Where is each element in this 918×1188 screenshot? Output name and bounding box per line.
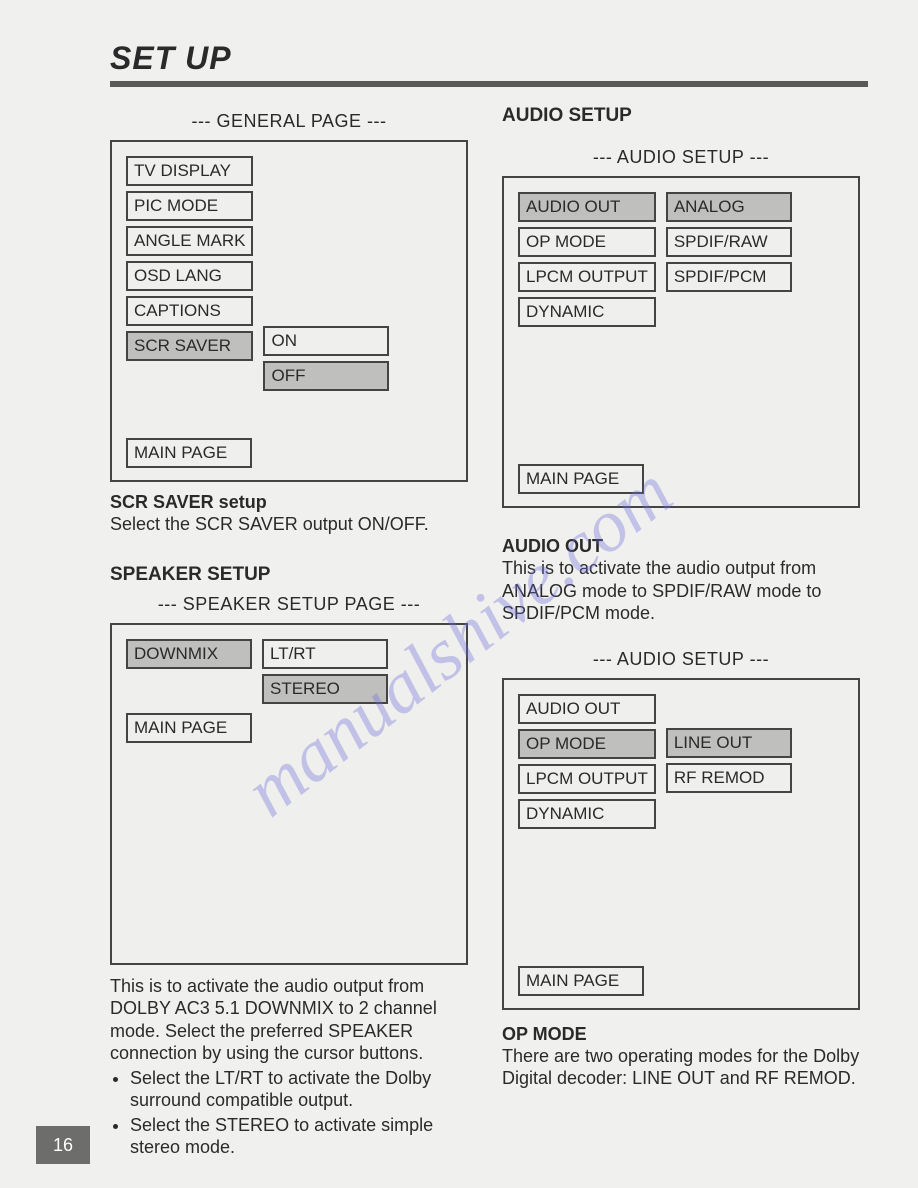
scr-saver-text: Select the SCR SAVER output ON/OFF. [110,513,468,536]
general-options: ON OFF [263,326,389,391]
menu-item-dynamic[interactable]: DYNAMIC [518,297,656,327]
speaker-bullet-1: Select the LT/RT to activate the Dolby s… [130,1067,468,1112]
menu-item-osd-lang[interactable]: OSD LANG [126,261,253,291]
general-panel: TV DISPLAY PIC MODE ANGLE MARK OSD LANG … [110,140,468,482]
audio2-panel: AUDIO OUT OP MODE LPCM OUTPUT DYNAMIC LI… [502,678,860,1010]
option-stereo[interactable]: STEREO [262,674,388,704]
audio-out-text: This is to activate the audio output fro… [502,557,860,625]
option-spdif-raw[interactable]: SPDIF/RAW [666,227,792,257]
audio1-panel-label: --- AUDIO SETUP --- [502,147,860,168]
speaker-bullet-2: Select the STEREO to activate simple ste… [130,1114,468,1159]
menu-item-downmix[interactable]: DOWNMIX [126,639,252,669]
speaker-main-page[interactable]: MAIN PAGE [126,713,252,743]
speaker-panel: DOWNMIX MAIN PAGE LT/RT STEREO [110,623,468,965]
general-panel-label: --- GENERAL PAGE --- [110,111,468,132]
general-main-page[interactable]: MAIN PAGE [126,438,252,468]
menu-item-audio-out-2[interactable]: AUDIO OUT [518,694,656,724]
option-analog[interactable]: ANALOG [666,192,792,222]
audio1-items: AUDIO OUT OP MODE LPCM OUTPUT DYNAMIC [518,192,656,327]
menu-item-captions[interactable]: CAPTIONS [126,296,253,326]
option-spdif-pcm[interactable]: SPDIF/PCM [666,262,792,292]
left-column: --- GENERAL PAGE --- TV DISPLAY PIC MODE… [110,105,468,1161]
speaker-setup-heading: SPEAKER SETUP [110,564,468,586]
right-column: AUDIO SETUP --- AUDIO SETUP --- AUDIO OU… [502,105,860,1161]
option-line-out[interactable]: LINE OUT [666,728,792,758]
scr-saver-heading: SCR SAVER setup [110,492,468,513]
audio2-options: LINE OUT RF REMOD [666,728,792,829]
audio-out-heading: AUDIO OUT [502,536,860,557]
menu-item-op-mode-2[interactable]: OP MODE [518,729,656,759]
op-mode-text: There are two operating modes for the Do… [502,1045,860,1090]
menu-item-audio-out[interactable]: AUDIO OUT [518,192,656,222]
speaker-options: LT/RT STEREO [262,639,388,743]
speaker-text: This is to activate the audio output fro… [110,975,468,1065]
menu-item-tv-display[interactable]: TV DISPLAY [126,156,253,186]
option-off[interactable]: OFF [263,361,389,391]
menu-item-pic-mode[interactable]: PIC MODE [126,191,253,221]
menu-item-scr-saver[interactable]: SCR SAVER [126,331,253,361]
audio2-main-page[interactable]: MAIN PAGE [518,966,644,996]
page-title: SET UP [110,40,868,77]
audio1-main-page[interactable]: MAIN PAGE [518,464,644,494]
menu-item-lpcm-output[interactable]: LPCM OUTPUT [518,262,656,292]
menu-item-op-mode[interactable]: OP MODE [518,227,656,257]
audio1-panel: AUDIO OUT OP MODE LPCM OUTPUT DYNAMIC AN… [502,176,860,508]
op-mode-heading: OP MODE [502,1024,860,1045]
page-number: 16 [36,1126,90,1164]
title-rule [110,81,868,87]
option-on[interactable]: ON [263,326,389,356]
option-rf-remod[interactable]: RF REMOD [666,763,792,793]
speaker-bullets: Select the LT/RT to activate the Dolby s… [110,1067,468,1161]
menu-item-lpcm-output-2[interactable]: LPCM OUTPUT [518,764,656,794]
audio2-items: AUDIO OUT OP MODE LPCM OUTPUT DYNAMIC [518,694,656,829]
audio2-panel-label: --- AUDIO SETUP --- [502,649,860,670]
speaker-items: DOWNMIX MAIN PAGE [126,639,252,743]
menu-item-angle-mark[interactable]: ANGLE MARK [126,226,253,256]
general-items: TV DISPLAY PIC MODE ANGLE MARK OSD LANG … [126,156,253,391]
speaker-panel-label: --- SPEAKER SETUP PAGE --- [110,594,468,615]
option-ltrt[interactable]: LT/RT [262,639,388,669]
menu-item-dynamic-2[interactable]: DYNAMIC [518,799,656,829]
audio1-options: ANALOG SPDIF/RAW SPDIF/PCM [666,192,792,327]
audio-setup-heading: AUDIO SETUP [502,105,860,127]
